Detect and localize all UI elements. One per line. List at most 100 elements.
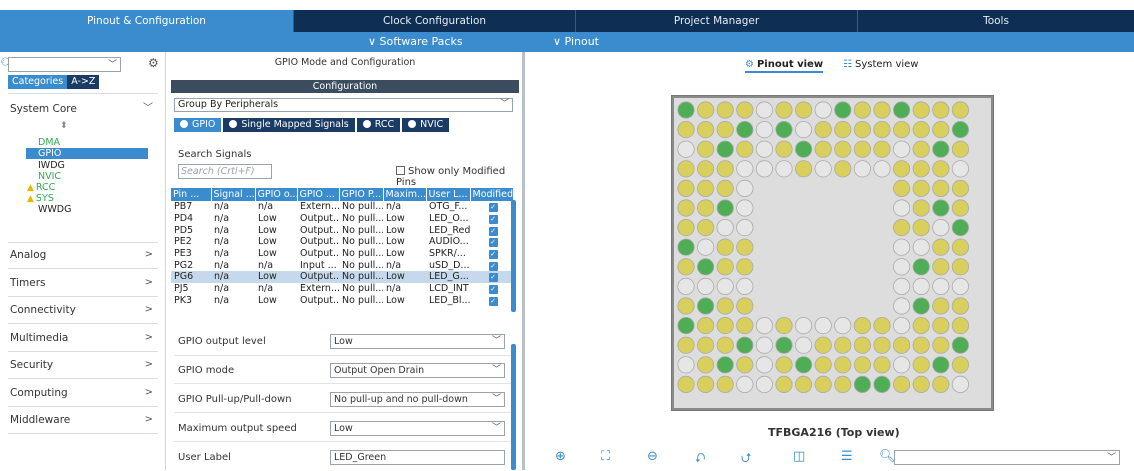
tab-project-manager[interactable]: Project Manager bbox=[576, 10, 858, 32]
gpio-mode-select[interactable]: Output Open Drain ﹀ bbox=[330, 363, 505, 378]
item-nvic[interactable]: NVIC bbox=[38, 171, 61, 182]
bga-pin[interactable] bbox=[755, 356, 774, 374]
modified-cell[interactable]: ✓ bbox=[470, 248, 513, 260]
bga-pin[interactable] bbox=[951, 375, 969, 393]
bga-pin[interactable] bbox=[697, 317, 715, 335]
bga-pin[interactable] bbox=[775, 140, 793, 158]
tab-system-view[interactable]: ☷ System view bbox=[843, 59, 918, 70]
bga-pin[interactable] bbox=[755, 160, 774, 178]
bga-pin[interactable] bbox=[932, 238, 950, 256]
bga-pin[interactable] bbox=[893, 179, 911, 198]
bga-pin[interactable] bbox=[814, 317, 832, 335]
bga-pin[interactable] bbox=[912, 179, 930, 198]
bga-pin[interactable] bbox=[697, 219, 715, 237]
item-iwdg[interactable]: IWDG bbox=[38, 160, 65, 171]
bga-pin[interactable] bbox=[677, 258, 695, 276]
rotate-right-icon[interactable]: ⮏ bbox=[695, 449, 705, 471]
bga-pin[interactable] bbox=[912, 258, 930, 276]
bga-pin[interactable] bbox=[755, 336, 774, 354]
bga-pin[interactable] bbox=[736, 179, 754, 198]
tab-rcc[interactable]: RCC bbox=[356, 118, 401, 132]
bga-pin[interactable] bbox=[932, 121, 950, 139]
bga-pin[interactable] bbox=[951, 199, 969, 217]
bga-pin[interactable] bbox=[795, 317, 813, 335]
bga-pin[interactable] bbox=[677, 277, 695, 295]
bga-pin[interactable] bbox=[736, 101, 754, 119]
bga-pin[interactable] bbox=[951, 101, 969, 119]
tab-nvic[interactable]: NVIC bbox=[402, 118, 450, 132]
bga-pin[interactable] bbox=[677, 238, 695, 256]
bga-pin[interactable] bbox=[716, 101, 734, 119]
bga-pin[interactable] bbox=[912, 375, 930, 393]
section-connectivity[interactable]: Connectivity > bbox=[10, 301, 155, 319]
bga-pin[interactable] bbox=[893, 375, 911, 393]
bga-pin[interactable] bbox=[951, 356, 969, 374]
bga-pin[interactable] bbox=[795, 375, 813, 393]
bga-pin[interactable] bbox=[873, 101, 891, 119]
bga-pin[interactable] bbox=[932, 199, 950, 217]
bga-pin[interactable] bbox=[951, 317, 969, 335]
bga-pin[interactable] bbox=[932, 356, 950, 374]
bga-pin[interactable] bbox=[893, 219, 911, 237]
bga-pin[interactable] bbox=[834, 336, 852, 354]
bga-pin[interactable] bbox=[795, 101, 813, 119]
bga-pin[interactable] bbox=[853, 356, 871, 374]
table-row[interactable]: PG2 n/a n/a Input ... No pull... n/a uSD_D... ✓ bbox=[171, 259, 513, 271]
bga-pin[interactable] bbox=[814, 121, 832, 139]
bga-pin[interactable] bbox=[795, 140, 813, 158]
tab-single-mapped-signals[interactable]: Single Mapped Signals bbox=[223, 118, 355, 132]
bga-pin[interactable] bbox=[697, 297, 715, 315]
bga-pin[interactable] bbox=[814, 336, 832, 354]
bga-pin[interactable] bbox=[853, 140, 871, 158]
bga-pin[interactable] bbox=[716, 258, 734, 276]
section-computing[interactable]: Computing > bbox=[10, 384, 155, 402]
show-modified-checkbox[interactable]: Show only Modified Pins bbox=[396, 166, 522, 188]
bga-pin[interactable] bbox=[677, 101, 695, 119]
bga-pin[interactable] bbox=[834, 160, 852, 178]
bga-pin[interactable] bbox=[951, 219, 969, 237]
bga-pin[interactable] bbox=[736, 160, 754, 178]
bga-pin[interactable] bbox=[932, 140, 950, 158]
bga-pin[interactable] bbox=[697, 356, 715, 374]
zoom-in-icon[interactable]: ⊕ bbox=[555, 449, 566, 464]
bga-pin[interactable] bbox=[814, 375, 832, 393]
bga-pin[interactable] bbox=[893, 356, 911, 374]
bga-pin[interactable] bbox=[677, 336, 695, 354]
bga-pin[interactable] bbox=[755, 140, 774, 158]
column-header[interactable]: GPIO o... bbox=[255, 188, 298, 201]
column-header[interactable]: Signal ... bbox=[211, 188, 256, 201]
zoom-out-icon[interactable]: ⊖ bbox=[647, 449, 658, 464]
table-row[interactable]: PJ5 n/a n/a Extern... No pull... n/a LCD_INT ✓ bbox=[171, 283, 513, 295]
bga-pin[interactable] bbox=[912, 199, 930, 217]
bga-pin[interactable] bbox=[755, 101, 774, 119]
bga-pin[interactable] bbox=[912, 101, 930, 119]
bga-pin[interactable] bbox=[775, 121, 793, 139]
column-header[interactable]: GPIO P... bbox=[339, 188, 384, 201]
bga-pin[interactable] bbox=[697, 199, 715, 217]
bga-pin[interactable] bbox=[853, 317, 871, 335]
table-row[interactable]: PB7 n/a n/a Extern... No pull... n/a OTG_F... ✓ bbox=[171, 201, 513, 213]
bga-pin[interactable] bbox=[697, 238, 715, 256]
bga-pin[interactable] bbox=[775, 101, 793, 119]
bga-pin[interactable] bbox=[716, 238, 734, 256]
bga-pin[interactable] bbox=[716, 179, 734, 198]
pull-select[interactable]: No pull-up and no pull-down ﹀ bbox=[330, 392, 505, 407]
bga-pin[interactable] bbox=[893, 277, 911, 295]
bga-pin[interactable] bbox=[873, 356, 891, 374]
item-dma[interactable]: DMA bbox=[38, 137, 60, 148]
bga-pin[interactable] bbox=[893, 101, 911, 119]
bga-pin[interactable] bbox=[795, 160, 813, 178]
bga-pin[interactable] bbox=[697, 101, 715, 119]
item-gpio[interactable]: GPIO bbox=[26, 148, 148, 159]
bga-pin[interactable] bbox=[932, 219, 950, 237]
section-timers[interactable]: Timers > bbox=[10, 274, 155, 292]
modified-cell[interactable]: ✓ bbox=[470, 201, 513, 213]
section-system-core[interactable]: System Core ﹀ bbox=[10, 100, 155, 118]
bga-pin[interactable] bbox=[893, 238, 911, 256]
bga-pin[interactable] bbox=[716, 297, 734, 315]
tab-a-z[interactable]: A->Z bbox=[67, 75, 100, 89]
tab-gpio[interactable]: GPIO bbox=[174, 118, 222, 132]
column-header[interactable]: Pin ... bbox=[171, 188, 212, 201]
bga-pin[interactable] bbox=[697, 160, 715, 178]
tab-pinout-view[interactable]: ⚙ Pinout view bbox=[745, 59, 824, 73]
